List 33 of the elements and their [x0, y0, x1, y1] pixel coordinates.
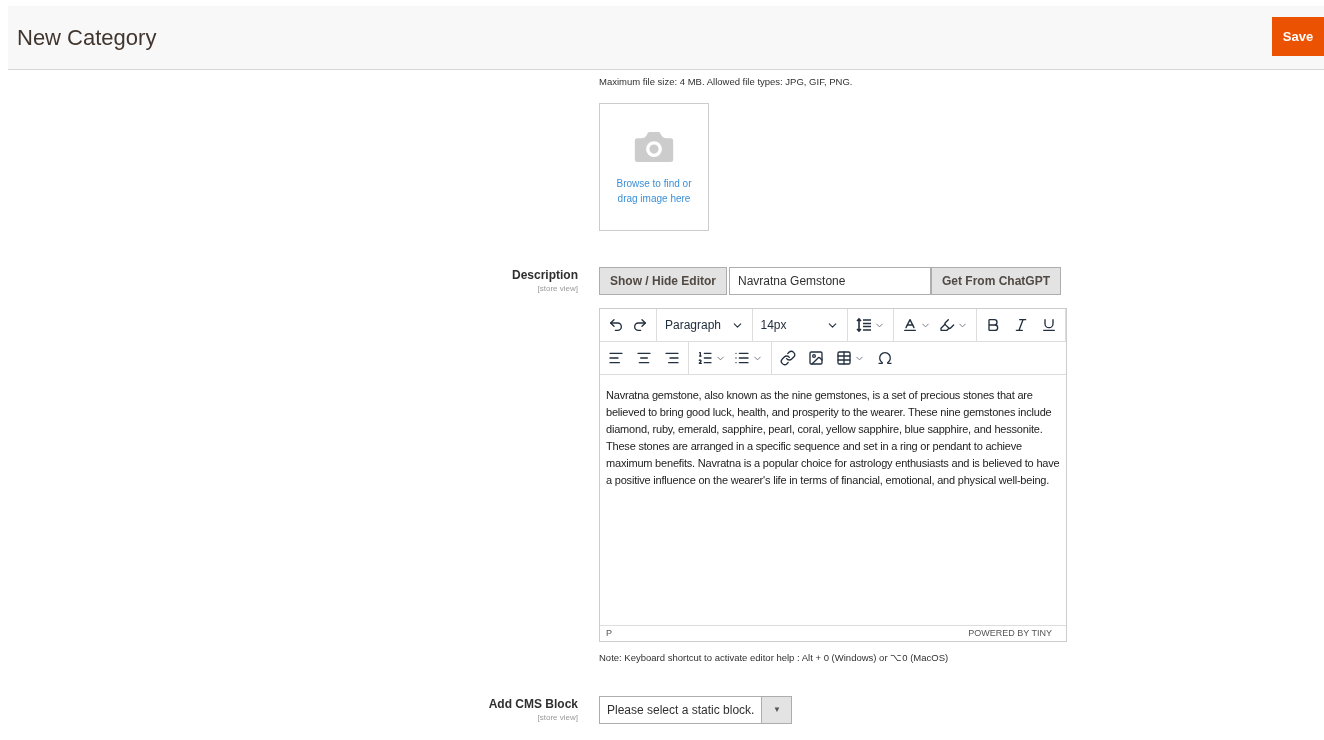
block-format-dropdown[interactable]: Paragraph: [657, 309, 753, 342]
dropzone-text: Browse to find or drag image here: [615, 177, 693, 207]
upload-note: Maximum file size: 4 MB. Allowed file types: JPG, GIF, PNG.: [599, 75, 854, 89]
font-size-dropdown[interactable]: 14px: [752, 309, 848, 342]
redo-icon: [632, 317, 648, 334]
editor-help-note: Note: Keyboard shortcut to activate editor help : Alt + 0 (Windows) or ⌥0 (MacOS): [599, 651, 950, 666]
image-dropzone[interactable]: Browse to find or drag image here: [599, 103, 709, 232]
scope-label: [store view]: [537, 283, 578, 296]
editor-content: Navratna gemstone, also known as the nine gemstones, is a set of precious stones that are believed to bring good luck, health, and prosperity to the wearer. These nine gemstones include diamond, ruby, emerald, sapphire, pearl, coral, yellow sapphire, blue sapphire, and hessonite. These stones are arranged in a specific sequence and set in a ring or pendant to achieve maximum benefits. Navratna is a popular choice for astrology enthusiasts and is believed to have a positive influence on the wearer's life in terms of financial, emotional, and physical well-being.: [606, 388, 1060, 489]
undo-icon: [608, 317, 624, 334]
image-icon: [808, 350, 824, 367]
branding-text: POWERED BY TINY: [968, 627, 1052, 640]
italic-icon: [1013, 317, 1029, 334]
text-color-icon: [902, 317, 918, 334]
numbered-list-icon: [697, 350, 713, 367]
link-icon: [780, 350, 796, 367]
cms-block-select[interactable]: Please select a static block. ▼: [599, 695, 793, 724]
show-hide-editor-button[interactable]: Show / Hide Editor: [599, 267, 727, 296]
caret-icon: ▼: [761, 696, 792, 723]
save-button[interactable]: Save: [1272, 17, 1324, 56]
highlight-icon: [939, 317, 955, 334]
bold-icon: [985, 317, 1001, 334]
page-title: New Category: [16, 24, 157, 52]
underline-icon: [1041, 317, 1057, 334]
line-height-icon: [856, 317, 872, 334]
scope-label: [store view]: [537, 711, 578, 724]
element-path: P: [606, 627, 612, 640]
special-character-icon: [877, 350, 893, 367]
table-icon: [836, 350, 852, 367]
field-label: Description: [512, 267, 578, 284]
chatgpt-button[interactable]: Get From ChatGPT: [931, 267, 1062, 296]
prompt-input[interactable]: Navratna Gemstone: [729, 267, 931, 296]
field-label: Add CMS Block: [488, 695, 578, 712]
